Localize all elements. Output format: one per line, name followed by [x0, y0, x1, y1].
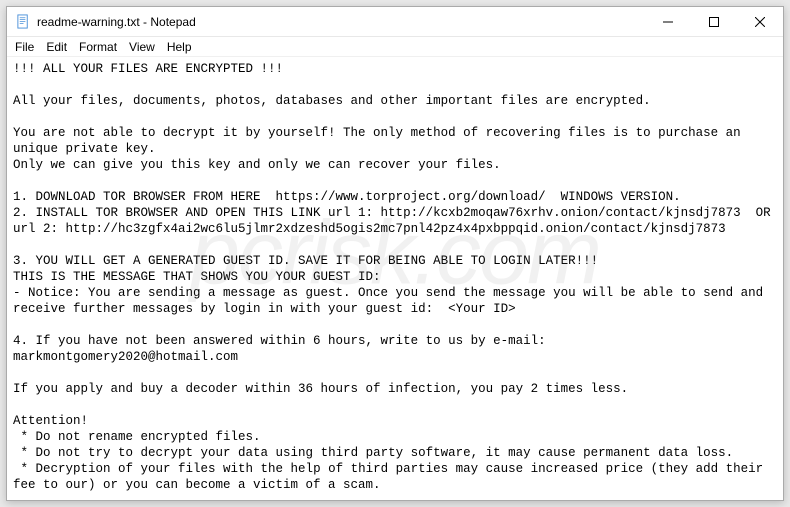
notepad-app-icon	[15, 14, 31, 30]
maximize-icon	[709, 17, 719, 27]
close-button[interactable]	[737, 7, 783, 37]
menu-help[interactable]: Help	[161, 38, 198, 56]
notepad-window: readme-warning.txt - Notepad File Edit F…	[6, 6, 784, 501]
maximize-button[interactable]	[691, 7, 737, 37]
minimize-button[interactable]	[645, 7, 691, 37]
minimize-icon	[663, 17, 673, 27]
menu-file[interactable]: File	[9, 38, 40, 56]
close-icon	[755, 17, 765, 27]
text-content-area[interactable]: !!! ALL YOUR FILES ARE ENCRYPTED !!! All…	[7, 57, 783, 500]
menu-format[interactable]: Format	[73, 38, 123, 56]
titlebar[interactable]: readme-warning.txt - Notepad	[7, 7, 783, 37]
menubar: File Edit Format View Help	[7, 37, 783, 57]
menu-edit[interactable]: Edit	[40, 38, 73, 56]
window-title: readme-warning.txt - Notepad	[37, 15, 196, 29]
menu-view[interactable]: View	[123, 38, 161, 56]
